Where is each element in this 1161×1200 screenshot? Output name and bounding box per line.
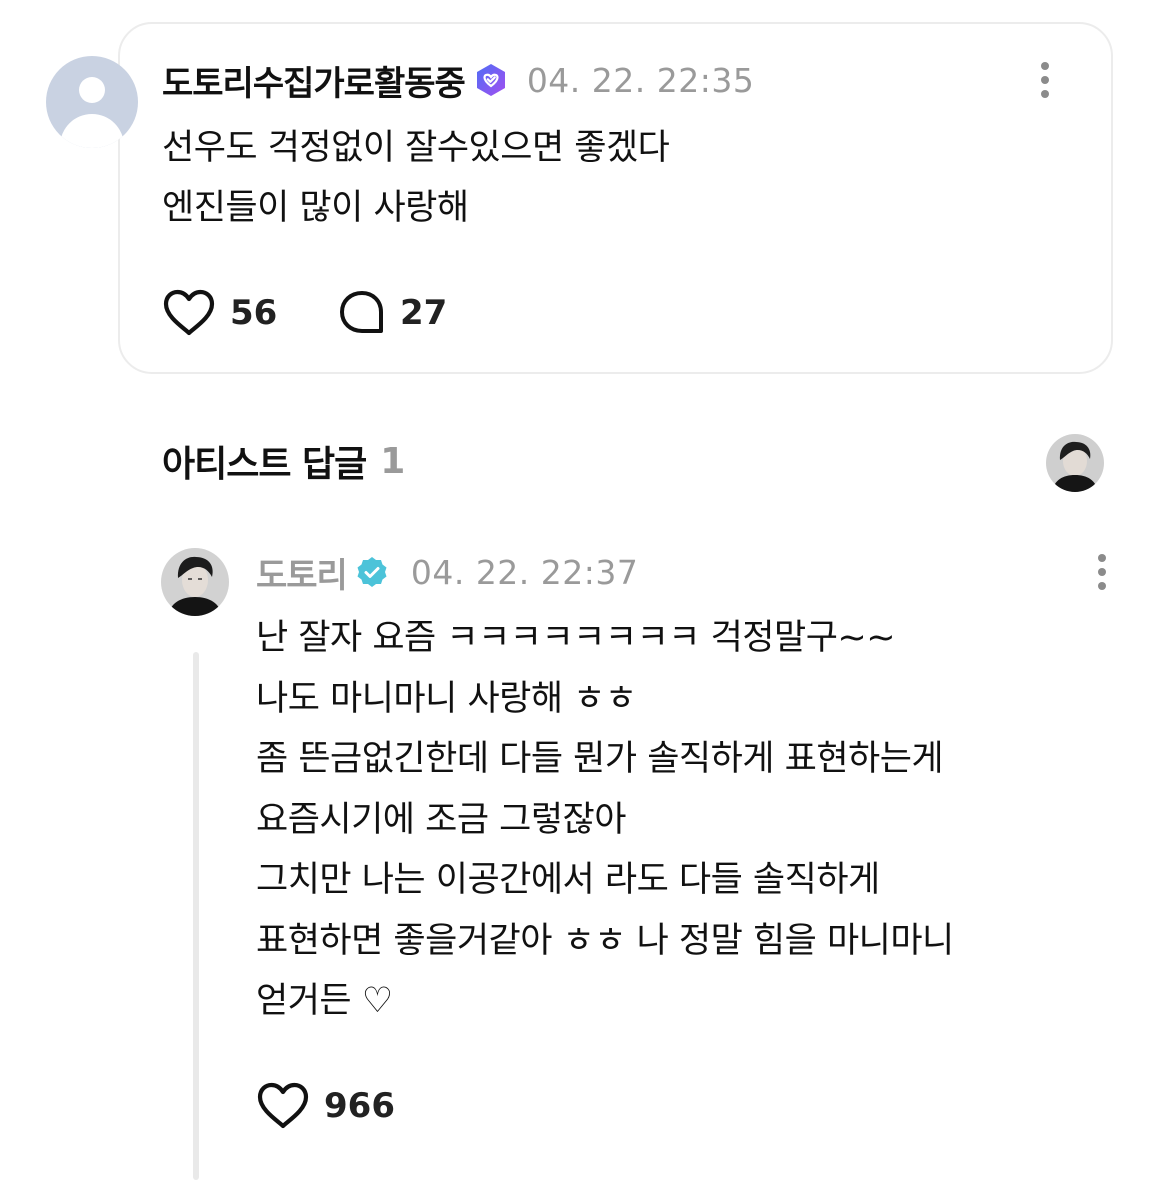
parent-reply-count: 27: [400, 293, 448, 333]
parent-like-action[interactable]: 56: [162, 289, 278, 336]
artist-replies-header: 아티스트 답글 1: [162, 436, 405, 486]
parent-more-options-icon[interactable]: [1039, 60, 1051, 100]
reply-line: 그치만 나는 이공간에서 라도 다들 솔직하게: [256, 860, 880, 900]
artist-photo-small-icon: [1046, 434, 1104, 492]
reply-author[interactable]: 도토리: [256, 548, 348, 597]
parent-comment-line: 엔진들이 많이 사랑해: [162, 188, 469, 228]
reply-like-action[interactable]: 966: [256, 1082, 395, 1130]
avatar-head-shape: [79, 77, 105, 103]
reply-bubble-icon: [340, 291, 383, 333]
membership-badge-icon: [476, 64, 505, 96]
parent-comment-timestamp: 04. 22. 22:35: [526, 60, 755, 100]
parent-like-count: 56: [230, 293, 278, 333]
reply-line: 나도 마니마니 사랑해 ㅎㅎ: [256, 678, 637, 719]
artist-replies-count: 1: [380, 440, 406, 482]
reply-line: 표현하면 좋을거같아 ㅎㅎ 나 정말 힘을 마니마니: [256, 920, 954, 961]
artist-photo-icon: [161, 548, 229, 616]
avatar-body-shape: [60, 114, 124, 148]
artist-replies-title: 아티스트 답글: [162, 444, 367, 485]
verified-badge-icon: [357, 557, 387, 587]
reply-line: 얻거든 ♡: [256, 981, 393, 1021]
comment-thread-page: 도토리수집가로활동중 04. 22. 22:35 선우도 걱정없이 잘수있으면 …: [0, 0, 1161, 1200]
artist-avatar-small[interactable]: [1046, 434, 1104, 492]
parent-comment-line: 선우도 걱정없이 잘수있으면 좋겠다: [162, 128, 670, 168]
reply-line: 좀 뜬금없긴한데 다들 뭔가 솔직하게 표현하는게: [256, 739, 944, 779]
reply-timestamp: 04. 22. 22:37: [410, 552, 639, 592]
reply-line: 난 잘자 요즘 ㅋㅋㅋㅋㅋㅋㅋㅋ 걱정말구~~: [256, 618, 896, 658]
parent-reply-action[interactable]: 27: [338, 290, 447, 336]
parent-comment-header: 도토리수집가로활동중 04. 22. 22:35: [162, 56, 754, 104]
reply-more-options-icon[interactable]: [1096, 552, 1108, 592]
user-avatar[interactable]: [46, 56, 138, 148]
reply-thread-line: [193, 652, 199, 1180]
parent-comment-author[interactable]: 도토리수집가로활동중: [162, 56, 466, 105]
reply-body: 난 잘자 요즘 ㅋㅋㅋㅋㅋㅋㅋㅋ 걱정말구~~ 나도 마니마니 사랑해 ㅎㅎ 좀…: [256, 608, 1116, 1032]
reply-line: 요즘시기에 조금 그렇잖아: [256, 799, 626, 840]
reply-header: 도토리 04. 22. 22:37: [256, 548, 638, 596]
heart-icon: [163, 289, 215, 336]
reply-like-count: 966: [324, 1086, 395, 1126]
artist-avatar[interactable]: [161, 548, 229, 616]
parent-comment-body: 선우도 걱정없이 잘수있으면 좋겠다 엔진들이 많이 사랑해: [162, 118, 670, 238]
heart-icon: [257, 1082, 309, 1129]
